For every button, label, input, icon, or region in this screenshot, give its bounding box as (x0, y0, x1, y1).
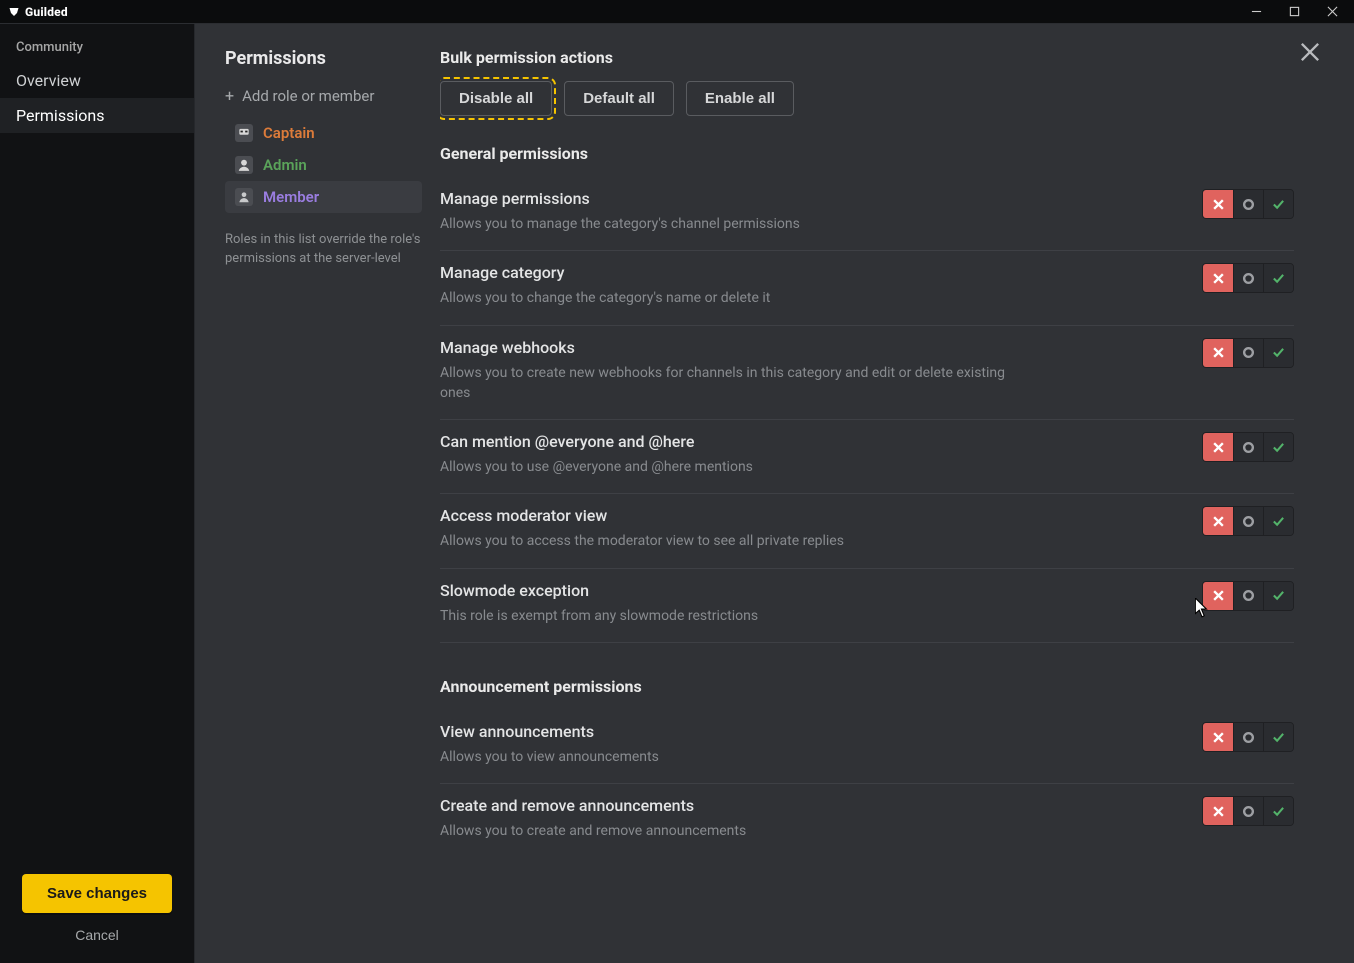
permission-neutral-button[interactable] (1233, 723, 1263, 751)
permission-deny-button[interactable] (1203, 433, 1233, 461)
sidebar-section-label: Community (0, 24, 194, 63)
permission-description: Allows you to create new webhooks for ch… (440, 363, 1020, 404)
role-name: Captain (263, 124, 315, 142)
permission-row: Slowmode exception This role is exempt fr… (440, 569, 1294, 643)
role-avatar-icon (235, 124, 253, 142)
permission-allow-button[interactable] (1263, 582, 1293, 610)
permission-title: View announcements (440, 722, 659, 741)
sidebar-item-permissions[interactable]: Permissions (0, 98, 194, 133)
permission-deny-button[interactable] (1203, 797, 1233, 825)
permission-neutral-button[interactable] (1233, 582, 1263, 610)
permission-deny-button[interactable] (1203, 190, 1233, 218)
permission-description: This role is exempt from any slowmode re… (440, 606, 758, 626)
permissions-group-heading: Announcement permissions (440, 677, 1294, 696)
permission-title: Can mention @everyone and @here (440, 432, 753, 451)
permission-description: Allows you to access the moderator view … (440, 531, 844, 551)
permission-allow-button[interactable] (1263, 339, 1293, 367)
permission-row: Access moderator view Allows you to acces… (440, 494, 1294, 568)
permission-deny-button[interactable] (1203, 264, 1233, 292)
permission-title: Manage webhooks (440, 338, 1020, 357)
permission-title: Manage permissions (440, 189, 800, 208)
window-maximize-button[interactable] (1276, 1, 1312, 23)
permission-row: Manage permissions Allows you to manage t… (440, 177, 1294, 251)
permission-deny-button[interactable] (1203, 339, 1233, 367)
permission-row: View announcements Allows you to view ann… (440, 710, 1294, 784)
permission-description: Allows you to view announcements (440, 747, 659, 767)
permission-title: Manage category (440, 263, 770, 282)
user-icon (235, 188, 253, 206)
permission-neutral-button[interactable] (1233, 433, 1263, 461)
window-titlebar: Guilded (0, 0, 1354, 24)
close-panel-button[interactable] (1296, 38, 1324, 66)
permission-description: Allows you to manage the category's chan… (440, 214, 800, 234)
permission-neutral-button[interactable] (1233, 190, 1263, 218)
save-changes-button[interactable]: Save changes (22, 874, 172, 913)
permission-row: Create and remove announcements Allows yo… (440, 784, 1294, 857)
permission-neutral-button[interactable] (1233, 507, 1263, 535)
bulk-disable-all-button[interactable]: Disable all (440, 81, 552, 116)
role-item-member[interactable]: Member (225, 181, 422, 213)
permission-neutral-button[interactable] (1233, 797, 1263, 825)
permission-toggle (1202, 432, 1294, 462)
permission-toggle (1202, 722, 1294, 752)
permissions-panel: Permissions + Add role or member Captain… (195, 24, 1354, 963)
permission-allow-button[interactable] (1263, 433, 1293, 461)
permissions-group-heading: General permissions (440, 144, 1294, 163)
permission-toggle (1202, 506, 1294, 536)
permission-row: Manage webhooks Allows you to create new … (440, 326, 1294, 421)
permission-deny-button[interactable] (1203, 723, 1233, 751)
permission-allow-button[interactable] (1263, 190, 1293, 218)
panel-title: Permissions (225, 48, 422, 69)
cancel-button[interactable]: Cancel (22, 927, 172, 943)
permission-toggle (1202, 189, 1294, 219)
window-minimize-button[interactable] (1238, 1, 1274, 23)
permission-allow-button[interactable] (1263, 264, 1293, 292)
permission-neutral-button[interactable] (1233, 264, 1263, 292)
permission-row: Manage category Allows you to change the … (440, 251, 1294, 325)
permissions-column: Bulk permission actions Disable all Defa… (440, 24, 1354, 963)
bulk-enable-all-button[interactable]: Enable all (686, 81, 794, 116)
plus-icon: + (225, 88, 234, 104)
roles-column: Permissions + Add role or member Captain… (195, 24, 440, 963)
permission-toggle (1202, 338, 1294, 368)
permission-description: Allows you to create and remove announce… (440, 821, 746, 841)
permission-description: Allows you to change the category's name… (440, 288, 770, 308)
permission-title: Create and remove announcements (440, 796, 746, 815)
role-item-admin[interactable]: Admin (225, 149, 422, 181)
permission-allow-button[interactable] (1263, 723, 1293, 751)
window-close-button[interactable] (1314, 1, 1350, 23)
sidebar-item-overview[interactable]: Overview (0, 63, 194, 98)
titlebar-brand: Guilded (8, 5, 68, 19)
role-name: Admin (263, 156, 307, 174)
roles-note: Roles in this list override the role's p… (225, 231, 422, 269)
permission-toggle (1202, 581, 1294, 611)
permission-row: Can mention @everyone and @here Allows yo… (440, 420, 1294, 494)
app-name: Guilded (25, 5, 68, 19)
bulk-heading: Bulk permission actions (440, 48, 1294, 67)
permission-title: Slowmode exception (440, 581, 758, 600)
permission-deny-button[interactable] (1203, 582, 1233, 610)
role-name: Member (263, 188, 319, 206)
bulk-default-all-button[interactable]: Default all (564, 81, 674, 116)
app-logo: Guilded (8, 5, 68, 19)
permission-toggle (1202, 263, 1294, 293)
role-item-captain[interactable]: Captain (225, 117, 422, 149)
permission-toggle (1202, 796, 1294, 826)
permission-neutral-button[interactable] (1233, 339, 1263, 367)
settings-sidebar: Community Overview Permissions Save chan… (0, 24, 195, 963)
add-role-label: Add role or member (242, 87, 374, 105)
permission-title: Access moderator view (440, 506, 844, 525)
permission-allow-button[interactable] (1263, 797, 1293, 825)
add-role-button[interactable]: + Add role or member (225, 87, 422, 105)
role-avatar-icon (235, 156, 253, 174)
permission-allow-button[interactable] (1263, 507, 1293, 535)
permission-deny-button[interactable] (1203, 507, 1233, 535)
permission-description: Allows you to use @everyone and @here me… (440, 457, 753, 477)
